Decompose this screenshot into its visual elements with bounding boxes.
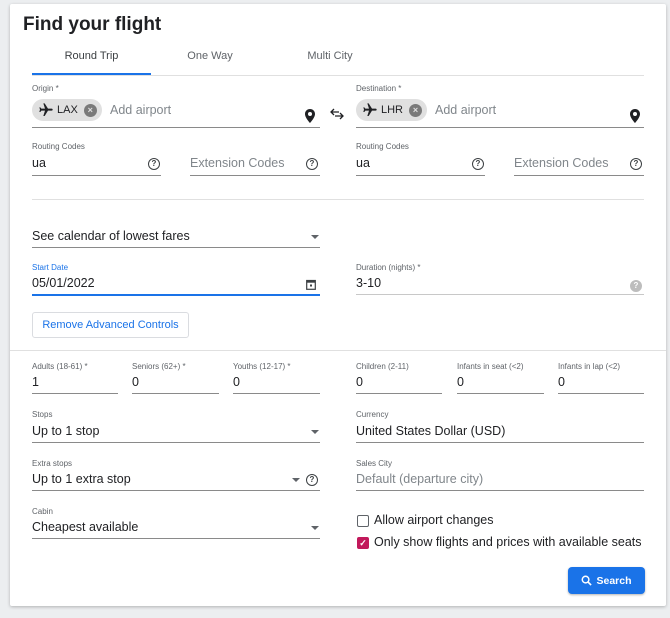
help-icon[interactable]: ? [630,158,642,170]
extra-stops-select[interactable]: Up to 1 extra stop [32,472,131,486]
dropdown-caret-icon[interactable] [311,526,319,530]
destination-chip-code: LHR [381,104,404,116]
extra-stops-underline [32,490,320,491]
seniors-label: Seniors (62+) * [132,362,186,371]
origin-chip-remove-icon[interactable]: × [83,103,97,117]
infants-seat-label: Infants in seat (<2) [457,362,524,371]
duration-input[interactable]: 3-10 [356,276,381,290]
extension-codes-underline [190,175,320,176]
destination-chip-remove-icon[interactable]: × [409,103,423,117]
infants-lap-label: Infants in lap (<2) [558,362,621,371]
start-date-input[interactable]: 05/01/2022 [32,276,95,290]
currency-input[interactable]: United States Dollar (USD) [356,424,505,438]
cabin-underline [32,538,320,539]
dropdown-caret-icon[interactable] [292,478,300,482]
airplane-icon [39,103,53,116]
airplane-icon [363,103,377,116]
sales-city-input[interactable]: Default (departure city) [356,472,483,486]
origin-input[interactable]: Add airport [110,103,171,117]
youths-input[interactable]: 0 [233,375,240,389]
youths-underline [233,393,320,394]
dropdown-caret-icon[interactable] [311,430,319,434]
cabin-label: Cabin [32,507,53,516]
duration-label: Duration (nights) * [356,263,421,272]
routing-codes-underline [356,175,485,176]
routing-codes-input[interactable]: ua [32,156,46,170]
routing-codes-label: Routing Codes [32,142,85,151]
extension-codes-underline [514,175,644,176]
destination-underline [356,127,644,128]
stops-select[interactable]: Up to 1 stop [32,424,99,438]
adults-underline [32,393,118,394]
only-available-seats-checkbox[interactable]: ✓ [357,537,369,549]
adults-input[interactable]: 1 [32,375,39,389]
location-pin-icon[interactable] [629,108,641,124]
youths-label: Youths (12-17) * [233,362,291,371]
tab-round-trip[interactable]: Round Trip [32,50,151,62]
infants-lap-underline [558,393,644,394]
extra-stops-label: Extra stops [32,459,73,468]
tab-one-way[interactable]: One Way [160,50,260,62]
stops-label: Stops [32,410,53,419]
remove-advanced-controls-button[interactable]: Remove Advanced Controls [32,312,189,338]
allow-airport-changes-checkbox[interactable] [357,515,369,527]
tab-multi-city[interactable]: Multi City [280,50,380,62]
stops-underline [32,442,320,443]
help-icon[interactable]: ? [630,280,642,292]
flight-search-card: Find your flight Round Trip One Way Mult… [10,4,666,606]
location-pin-icon[interactable] [304,108,316,124]
start-date-label: Start Date [32,263,69,272]
extension-codes-input[interactable]: Extension Codes [190,156,285,170]
children-underline [356,393,442,394]
search-button[interactable]: Search [568,567,645,594]
extension-codes-input[interactable]: Extension Codes [514,156,609,170]
allow-airport-changes-label[interactable]: Allow airport changes [374,513,494,527]
start-date-underline [32,294,320,296]
seniors-input[interactable]: 0 [132,375,139,389]
cabin-select[interactable]: Cheapest available [32,520,138,534]
sales-city-label: Sales City [356,459,393,468]
sales-city-underline [356,490,644,491]
currency-label: Currency [356,410,389,419]
origin-chip-code: LAX [57,104,78,116]
routing-codes-input[interactable]: ua [356,156,370,170]
duration-underline [356,294,644,295]
help-icon[interactable]: ? [472,158,484,170]
routing-codes-underline [32,175,161,176]
help-icon[interactable]: ? [306,474,318,486]
calendar-select-underline [32,247,320,248]
destination-input[interactable]: Add airport [435,103,496,117]
seniors-underline [132,393,219,394]
children-input[interactable]: 0 [356,375,363,389]
destination-label: Destination * [356,84,402,93]
currency-underline [356,442,644,443]
search-button-label: Search [596,574,632,587]
children-label: Children (2-11) [356,362,409,371]
adults-label: Adults (18-61) * [32,362,88,371]
origin-label: Origin * [32,84,59,93]
infants-lap-input[interactable]: 0 [558,375,565,389]
calendar-select[interactable]: See calendar of lowest fares [32,229,190,243]
search-icon [582,575,593,586]
destination-chip[interactable]: LHR × [356,99,428,121]
infants-seat-input[interactable]: 0 [457,375,464,389]
section-divider [32,199,644,200]
section-divider [10,350,666,351]
help-icon[interactable]: ? [306,158,318,170]
calendar-icon[interactable] [306,279,316,290]
origin-chip[interactable]: LAX × [32,99,102,121]
origin-underline [32,127,320,128]
infants-seat-underline [457,393,544,394]
routing-codes-label: Routing Codes [356,142,409,151]
dropdown-caret-icon[interactable] [311,235,319,239]
page-title: Find your flight [23,14,162,35]
tabs-divider [32,75,644,76]
only-available-seats-label[interactable]: Only show flights and prices with availa… [374,535,642,549]
active-tab-indicator [32,73,151,75]
swap-icon[interactable] [330,108,344,120]
help-icon[interactable]: ? [148,158,160,170]
